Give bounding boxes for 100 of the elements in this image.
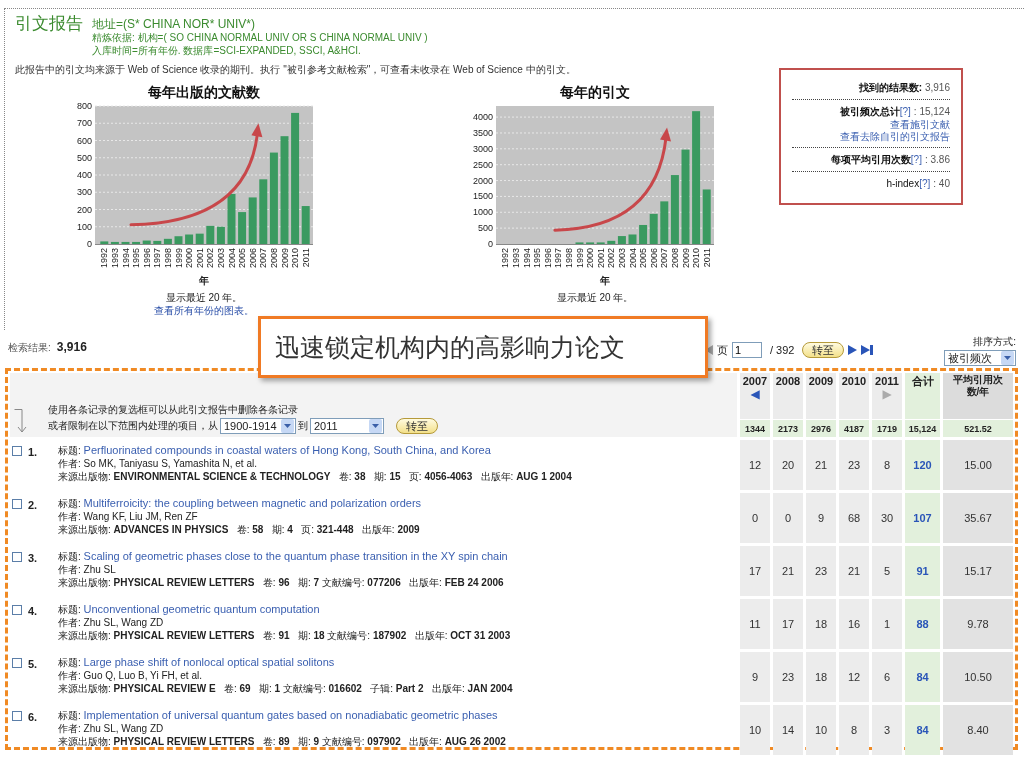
page-field[interactable]: 1 <box>732 342 762 358</box>
axis-label: 1996 <box>542 248 553 269</box>
count-cell: 3 <box>872 705 902 755</box>
go-button[interactable]: 转至 <box>396 418 438 434</box>
last-icon[interactable] <box>861 345 874 355</box>
query-text: 地址=(S* CHINA NOR* UNIV*) <box>92 17 257 31</box>
title-link[interactable]: Large phase shift of nonlocal optical spatial solitons <box>83 656 335 668</box>
help-link[interactable]: [?] <box>919 178 931 189</box>
dropdown[interactable]: 2011 <box>310 418 384 434</box>
axis-label: 3500 <box>472 127 493 138</box>
title-link[interactable]: Implementation of universal quantum gates based on nonadiabatic geometric phases <box>83 709 498 721</box>
sort-label: 排序方式: <box>973 335 1016 349</box>
axis-label: 2001 <box>595 248 606 269</box>
bar <box>121 241 130 244</box>
axis-label: 3000 <box>472 143 493 154</box>
bar <box>195 233 204 244</box>
count-cell: 12 <box>839 652 869 702</box>
chart-title: 每年的引文 <box>559 83 631 101</box>
axis-label: 4000 <box>472 112 493 123</box>
bar <box>259 179 268 244</box>
stat-value: : 3.86 <box>924 154 950 165</box>
axis-label: 500 <box>477 223 493 234</box>
title-link[interactable]: Scaling of geometric phases close to the quantum phase transition in the XY spin chain <box>83 550 508 562</box>
column-header: 平均引用次数/年 <box>952 374 1004 398</box>
bar <box>174 236 183 244</box>
source-text: 来源出版物: PHYSICAL REVIEW E 卷: 69 期: 1 文献编号: 016602 子辑: Part 2 出版年: JAN 2004 <box>58 682 513 695</box>
axis-label: 0 <box>488 239 493 249</box>
help-link[interactable]: [?] <box>899 106 911 117</box>
axis-label: 200 <box>76 204 92 215</box>
axis-label: 2002 <box>606 248 617 269</box>
total-cell[interactable]: 120 <box>905 440 940 490</box>
axis-label: 2002 <box>205 248 216 269</box>
total-cell[interactable]: 84 <box>905 705 940 755</box>
arrow-button[interactable]: ◀ <box>750 388 760 400</box>
title-label: 标题: <box>58 604 82 615</box>
axis-label: 700 <box>76 118 92 129</box>
count-cell: 5 <box>872 546 902 596</box>
axis-label: 2010 <box>691 248 702 269</box>
average-cell: 35.67 <box>943 493 1013 543</box>
title-link[interactable]: Perfluorinated compounds in coastal waters of Hong Kong, South China, and Korea <box>83 444 491 456</box>
all-years-link[interactable]: 查看所有年份的图表。 <box>154 305 254 316</box>
next-icon[interactable] <box>848 345 858 355</box>
count-cell: 18 <box>806 652 836 702</box>
report-link[interactable]: 查看施引文献 <box>792 119 950 131</box>
count-cell: 8 <box>839 705 869 755</box>
checkbox[interactable] <box>12 552 22 562</box>
checkbox[interactable] <box>12 605 22 615</box>
bar <box>185 234 194 244</box>
checkbox[interactable] <box>12 711 22 721</box>
axis-label: 1992 <box>500 248 511 269</box>
dropdown[interactable]: 1900-1914 <box>220 418 296 434</box>
chevron-icon <box>281 419 294 433</box>
row-number: 4. <box>27 605 39 619</box>
column-header: 2008 <box>775 375 801 388</box>
count-cell: 23 <box>839 440 869 490</box>
caption-text: 显示最近 20 年。 <box>164 291 244 304</box>
total-cell[interactable]: 88 <box>905 599 940 649</box>
note-text: 此报告中的引文均来源于 Web of Science 收录的期刊。执行 "被引参考文献检索"，可查看未收录在 Web of Science 中的引文。 <box>15 63 577 77</box>
axis-label: 1995 <box>532 248 543 269</box>
count-cell: 6 <box>872 652 902 702</box>
axis-label: 2010 <box>290 248 301 269</box>
chart-title: 每年出版的文献数 <box>147 83 261 101</box>
total-cell[interactable]: 107 <box>905 493 940 543</box>
count-cell: 11 <box>740 599 770 649</box>
axis-label: 0 <box>87 239 92 249</box>
column-header: 2007 <box>742 375 768 388</box>
checkbox[interactable] <box>12 658 22 668</box>
column-header: 2011 <box>875 375 899 388</box>
total-cell: 4187 <box>839 420 869 437</box>
checkbox[interactable] <box>12 446 22 456</box>
total-cell[interactable]: 91 <box>905 546 940 596</box>
checkbox[interactable] <box>12 499 22 509</box>
axis-label: 1995 <box>131 248 142 269</box>
count-cell: 9 <box>806 493 836 543</box>
axis-title: 年 <box>199 275 209 286</box>
source-text: 来源出版物: PHYSICAL REVIEW LETTERS 卷: 96 期: 7 文献编号: 077206 出版年: FEB 24 2006 <box>58 576 505 589</box>
axis-label: 1998 <box>162 248 173 269</box>
title-link[interactable]: Unconventional geometric quantum computation <box>83 603 320 615</box>
title-link[interactable]: Multiferroicity: the coupling between magnetic and polarization orders <box>83 497 422 509</box>
row-number: 6. <box>27 711 39 725</box>
axis-label: 1996 <box>141 248 152 269</box>
total-cell[interactable]: 84 <box>905 652 940 702</box>
go-button[interactable]: 转至 <box>802 342 845 358</box>
axis-label: 2005 <box>237 248 248 269</box>
report-title: 引文报告 <box>15 13 83 35</box>
axis-label: 1999 <box>574 248 585 269</box>
average-cell: 9.78 <box>943 599 1013 649</box>
stat-value: : 40 <box>933 178 950 189</box>
report-link[interactable]: 查看去除自引的引文报告 <box>792 131 950 143</box>
axis-label: 300 <box>76 187 92 198</box>
axis-label: 2006 <box>648 248 659 269</box>
count-cell: 17 <box>773 599 803 649</box>
axis-label: 100 <box>76 221 92 232</box>
dropdown[interactable]: 被引频次 <box>944 350 1016 366</box>
title-label: 标题: <box>58 445 82 456</box>
average-cell: 15.00 <box>943 440 1013 490</box>
axis-label: 1999 <box>173 248 184 269</box>
axis-label: 1997 <box>553 248 564 269</box>
axis-title: 年 <box>600 275 610 286</box>
help-link[interactable]: [?] <box>910 154 922 165</box>
